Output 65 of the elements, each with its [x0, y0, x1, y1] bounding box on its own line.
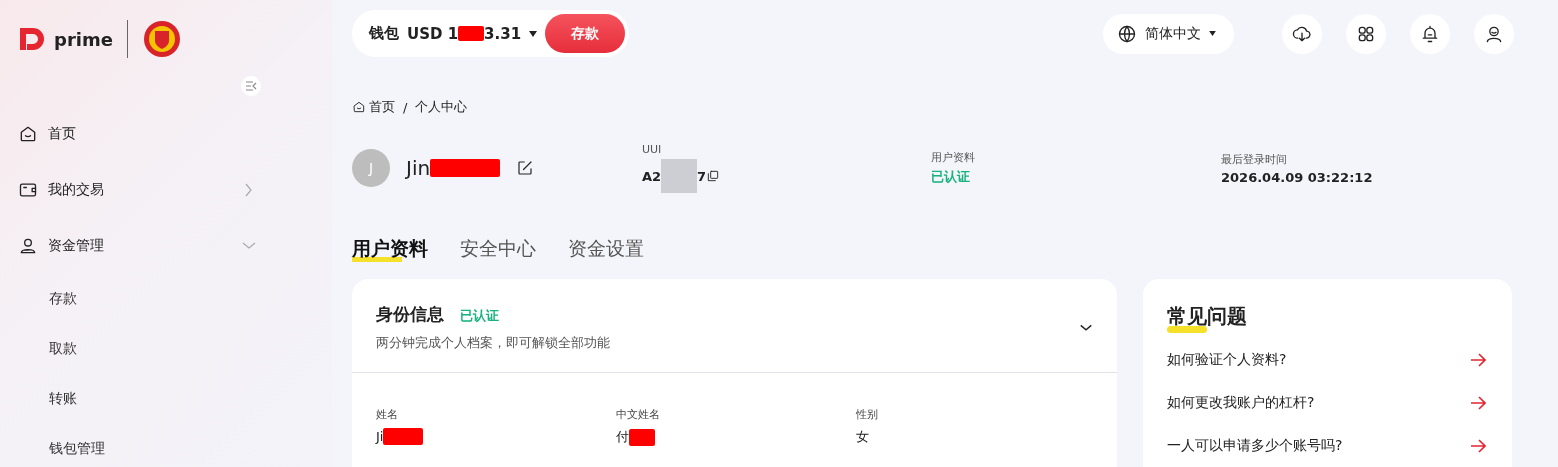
home-icon: [352, 100, 366, 114]
tab[interactable]: 资金设置: [568, 235, 644, 263]
account-button[interactable]: [1474, 13, 1514, 54]
field-value: 女: [856, 428, 870, 446]
logo-text: prime: [54, 28, 113, 50]
language-selector[interactable]: 简体中文: [1103, 13, 1234, 54]
arrow-right-icon: [1470, 438, 1486, 453]
arrow-right-icon: [1470, 352, 1486, 367]
globe-icon: [1117, 23, 1137, 44]
field-label: 中文姓名: [616, 407, 661, 422]
avatar: J: [352, 149, 390, 187]
info-value: 2026.04.09 03:22:12: [1221, 169, 1374, 185]
field-value: Ji: [376, 428, 616, 445]
faq-item[interactable]: 如何更改我账户的杠杆?: [1143, 381, 1512, 424]
faq-question: 如何验证个人资料?: [1167, 350, 1287, 369]
info-label: 最后登录时间: [1221, 151, 1288, 167]
home-icon: [18, 124, 38, 144]
blur-mark: [661, 159, 698, 193]
faq-title: 常见问题: [1167, 303, 1247, 330]
faq-item[interactable]: 一人可以申请多少个账号吗?: [1143, 424, 1512, 467]
sidebar-item[interactable]: 我的交易: [0, 162, 332, 218]
sidebar-label: 我的交易: [48, 181, 105, 199]
caret-icon[interactable]: [529, 30, 538, 37]
deposit-button[interactable]: 存款: [545, 14, 626, 53]
breadcrumb-current: 个人中心: [415, 98, 468, 116]
uuid-label: UUI: [642, 143, 663, 156]
info-label: 用户资料: [931, 150, 976, 165]
card-subtitle: 两分钟完成个人档案，即可解锁全部功能: [376, 334, 611, 352]
wallet-amount[interactable]: USD 1 3.31: [407, 24, 522, 43]
sidebar-subitem[interactable]: 转账: [0, 374, 332, 424]
tab[interactable]: 用户资料: [352, 235, 428, 263]
highlight-mark: [1167, 326, 1207, 333]
sidebar-label: 资金管理: [48, 237, 105, 255]
sidebar-item[interactable]: 首页: [0, 106, 332, 162]
field-label: 姓名: [376, 407, 399, 422]
caret-icon: [1209, 31, 1216, 36]
faq-question: 一人可以申请多少个账号吗?: [1167, 436, 1343, 455]
sidebar-subitem[interactable]: 存款: [0, 274, 332, 324]
edit-icon: [516, 159, 535, 177]
status-text: 已认证: [460, 307, 499, 325]
crest-icon: [141, 19, 182, 59]
faq-question: 如何更改我账户的杠杆?: [1167, 393, 1315, 412]
uuid-value: A2 7: [642, 159, 931, 193]
apps-button[interactable]: [1346, 13, 1386, 54]
field-label: 性别: [856, 407, 879, 422]
sidebar-item[interactable]: 资金管理: [0, 218, 332, 274]
sidebar-label: 首页: [48, 125, 77, 143]
copy-icon: [706, 169, 721, 183]
notification-button[interactable]: [1410, 13, 1450, 54]
download-button[interactable]: [1282, 13, 1322, 54]
sidebar-subitem[interactable]: 钱包管理: [0, 424, 332, 467]
arrow-right-icon: [1470, 395, 1486, 410]
card-title: 身份信息: [376, 303, 444, 326]
collapse-icon: [245, 81, 257, 91]
user-icon: [18, 236, 38, 256]
tab[interactable]: 安全中心: [460, 235, 536, 263]
wallet-label: 钱包: [369, 24, 399, 43]
breadcrumb-link[interactable]: 首页: [352, 98, 395, 116]
sidebar-subitem[interactable]: 取款: [0, 324, 332, 374]
breadcrumb-separator: /: [403, 99, 408, 115]
faq-item[interactable]: 如何验证个人资料?: [1143, 338, 1512, 381]
user-name: Jin: [406, 156, 501, 180]
bell-icon: [1420, 23, 1440, 44]
status-text: 已认证: [931, 168, 971, 186]
field-value: 付: [616, 428, 856, 446]
